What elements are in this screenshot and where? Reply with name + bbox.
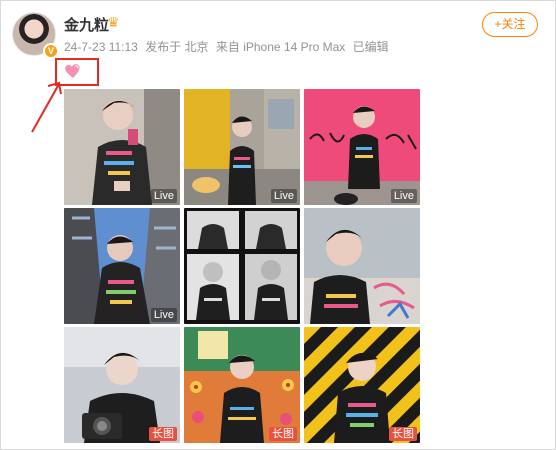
- photo-badge-4: Live: [150, 308, 177, 322]
- photo-tile-1[interactable]: Live: [64, 89, 180, 205]
- crown-icon: ♛: [107, 14, 120, 30]
- photo-badge-2: Live: [270, 189, 297, 203]
- photo-tile-9[interactable]: 长图: [304, 327, 420, 443]
- photo-hazard-stripes: [304, 327, 420, 443]
- photo-badge-1: Live: [150, 189, 177, 203]
- photo-booth-strip: [184, 208, 300, 324]
- photo-flower-wall: [184, 327, 300, 443]
- photo-badge-3: Live: [390, 189, 417, 203]
- post-device: 来自 iPhone 14 Pro Max: [215, 40, 346, 54]
- photo-camera-portrait: [64, 327, 180, 443]
- photo-badge-8: 长图: [269, 427, 297, 441]
- post-date[interactable]: 24-7-23 11:13: [64, 40, 138, 54]
- photo-low-angle-buildings: [64, 208, 180, 324]
- photo-badge-9: 长图: [389, 427, 417, 441]
- photo-tile-2[interactable]: Live: [184, 89, 300, 205]
- post-edited[interactable]: 已编辑: [353, 40, 389, 54]
- photo-grid: Live Live Live Live 长图 长图 长图: [64, 89, 420, 443]
- post-meta: 24-7-23 11:13 发布于 北京 来自 iPhone 14 Pro Ma…: [64, 38, 393, 55]
- pink-heart-emoji-icon: [65, 64, 80, 78]
- username[interactable]: 金九粒: [64, 14, 109, 35]
- photo-pink-mural: [304, 89, 420, 205]
- photo-tile-8[interactable]: 长图: [184, 327, 300, 443]
- post-location: 发布于 北京: [145, 40, 209, 54]
- photo-tile-3[interactable]: Live: [304, 89, 420, 205]
- photo-badge-7: 长图: [149, 427, 177, 441]
- photo-street-yellow-wall: [184, 89, 300, 205]
- annotation-arrow-icon: [31, 81, 62, 133]
- photo-selfie-graffiti: [304, 208, 420, 324]
- verified-badge-icon: V: [43, 43, 59, 59]
- photo-selfie-indoor: [64, 89, 180, 205]
- photo-tile-7[interactable]: 长图: [64, 327, 180, 443]
- photo-tile-5[interactable]: [184, 208, 300, 324]
- photo-tile-6[interactable]: [304, 208, 420, 324]
- photo-tile-4[interactable]: Live: [64, 208, 180, 324]
- follow-button[interactable]: +关注: [482, 12, 538, 37]
